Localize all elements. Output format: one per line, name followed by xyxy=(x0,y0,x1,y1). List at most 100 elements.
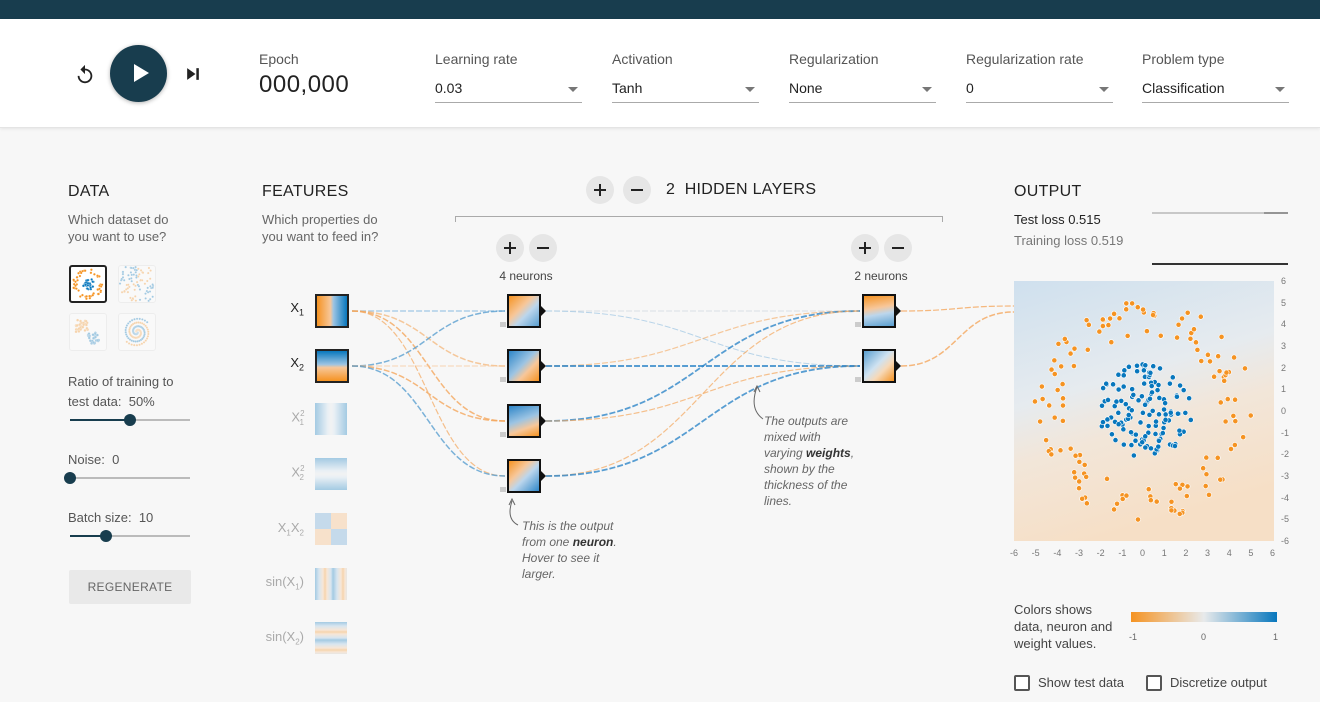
layer2-add-neuron-button[interactable] xyxy=(851,234,879,262)
data-point-blue xyxy=(1105,397,1111,403)
regularization-select[interactable]: None xyxy=(789,75,936,103)
ratio-slider[interactable] xyxy=(70,414,190,426)
data-point-blue xyxy=(1130,392,1137,398)
dataset-point xyxy=(78,274,82,278)
output-heatmap[interactable] xyxy=(1014,281,1274,541)
regularization-rate-select[interactable]: 0 xyxy=(966,75,1113,103)
feature-x1x2-box[interactable] xyxy=(315,513,347,545)
data-point-orange xyxy=(1232,418,1239,425)
dataset-point xyxy=(75,323,79,327)
dataset-point xyxy=(135,317,139,321)
slider-thumb[interactable] xyxy=(64,472,76,484)
learning-rate-label: Learning rate xyxy=(435,51,518,67)
dataset-point xyxy=(120,291,124,294)
dataset-point xyxy=(127,322,130,325)
activation-label: Activation xyxy=(612,51,673,67)
hidden-layers-label: HIDDEN LAYERS xyxy=(684,181,817,198)
batch-size-slider[interactable] xyxy=(70,530,190,542)
discretize-output-checkbox[interactable] xyxy=(1146,675,1162,691)
dataset-point xyxy=(82,284,85,288)
data-point-orange xyxy=(1174,334,1180,341)
data-point-orange xyxy=(1054,387,1061,393)
layer1-neuron-4[interactable] xyxy=(507,459,541,493)
plus-icon xyxy=(594,184,606,196)
feature-sin-x2-box[interactable] xyxy=(315,622,347,654)
dataset-xor-thumbnail[interactable] xyxy=(118,265,156,303)
activation-dropdown[interactable]: Activation Tanh xyxy=(612,51,759,103)
problem-type-select[interactable]: Classification xyxy=(1142,75,1289,103)
add-layer-button[interactable] xyxy=(586,176,614,204)
dataset-point xyxy=(123,289,126,293)
layer2-neuron-1[interactable] xyxy=(862,294,896,328)
dataset-point xyxy=(144,339,147,342)
layer2-remove-neuron-button[interactable] xyxy=(884,234,912,262)
dataset-point xyxy=(121,272,125,276)
ratio-label-line2: test data: xyxy=(68,394,122,409)
discretize-output-label[interactable]: Discretize output xyxy=(1170,675,1267,690)
layer1-add-neuron-button[interactable] xyxy=(496,234,524,262)
batch-value: 10 xyxy=(138,510,154,525)
data-point-blue xyxy=(1154,387,1161,394)
data-point-orange xyxy=(1071,469,1078,476)
learning-rate-select[interactable]: 0.03 xyxy=(435,75,582,103)
feature-x1-box[interactable] xyxy=(315,294,349,328)
activation-select[interactable]: Tanh xyxy=(612,75,759,103)
data-point-blue xyxy=(1120,383,1127,390)
data-point-orange xyxy=(1072,452,1079,459)
dataset-point xyxy=(130,279,133,283)
data-point-blue xyxy=(1115,386,1122,393)
layer1-neuron-3[interactable] xyxy=(507,404,541,438)
layer1-remove-neuron-button[interactable] xyxy=(529,234,557,262)
problem-type-dropdown[interactable]: Problem type Classification xyxy=(1142,51,1289,103)
noise-slider[interactable] xyxy=(64,472,190,484)
dataset-point xyxy=(86,278,90,282)
layer1-neuron-1[interactable] xyxy=(507,294,541,328)
reset-button[interactable] xyxy=(74,64,96,86)
data-point-orange xyxy=(1076,478,1083,485)
data-point-orange xyxy=(1183,493,1190,499)
play-button[interactable] xyxy=(110,45,167,102)
data-point-blue xyxy=(1115,421,1122,428)
feature-x1-squared-box[interactable] xyxy=(315,403,347,435)
learning-rate-dropdown[interactable]: Learning rate 0.03 xyxy=(435,51,582,103)
x-tick-label: 3 xyxy=(1205,548,1211,558)
show-test-data-label[interactable]: Show test data xyxy=(1038,675,1124,690)
data-point-blue xyxy=(1115,409,1122,416)
hidden-layers-bracket xyxy=(455,216,943,222)
dataset-point xyxy=(134,284,137,288)
regularization-dropdown[interactable]: Regularization None xyxy=(789,51,936,103)
dataset-point xyxy=(91,280,94,284)
regenerate-button[interactable]: REGENERATE xyxy=(69,570,191,604)
data-point-blue xyxy=(1152,431,1159,437)
data-point-orange xyxy=(1051,357,1058,364)
data-point-orange xyxy=(1135,516,1141,523)
data-point-orange xyxy=(1179,315,1185,322)
data-point-blue xyxy=(1128,442,1135,448)
dataset-gaussian-thumbnail[interactable] xyxy=(69,313,107,351)
show-test-data-checkbox[interactable] xyxy=(1014,675,1030,691)
layer2-neuron-2[interactable] xyxy=(862,349,896,383)
dataset-point xyxy=(85,326,89,330)
layer1-neuron-2[interactable] xyxy=(507,349,541,383)
dataset-point xyxy=(72,286,75,290)
feature-x2-box[interactable] xyxy=(315,349,349,383)
weight-link xyxy=(900,305,1015,312)
y-tick-label: -6 xyxy=(1281,536,1290,547)
feature-x2-squared-box[interactable] xyxy=(315,458,347,490)
data-point-blue xyxy=(1174,393,1180,400)
bias-indicator xyxy=(500,432,506,437)
data-point-orange xyxy=(1214,454,1221,461)
dataset-circle-thumbnail[interactable] xyxy=(69,265,107,303)
step-button[interactable] xyxy=(183,64,203,84)
data-point-orange xyxy=(1124,332,1131,339)
slider-thumb[interactable] xyxy=(100,530,112,542)
dataset-point xyxy=(135,280,139,284)
feature-sin-x1-box[interactable] xyxy=(315,568,347,600)
dataset-point xyxy=(146,335,150,338)
slider-thumb[interactable] xyxy=(124,414,136,426)
remove-layer-button[interactable] xyxy=(623,176,651,204)
regularization-rate-dropdown[interactable]: Regularization rate 0 xyxy=(966,51,1113,103)
dataset-spiral-thumbnail[interactable] xyxy=(118,313,156,351)
dataset-point xyxy=(130,266,133,270)
data-point-orange xyxy=(1157,332,1164,339)
